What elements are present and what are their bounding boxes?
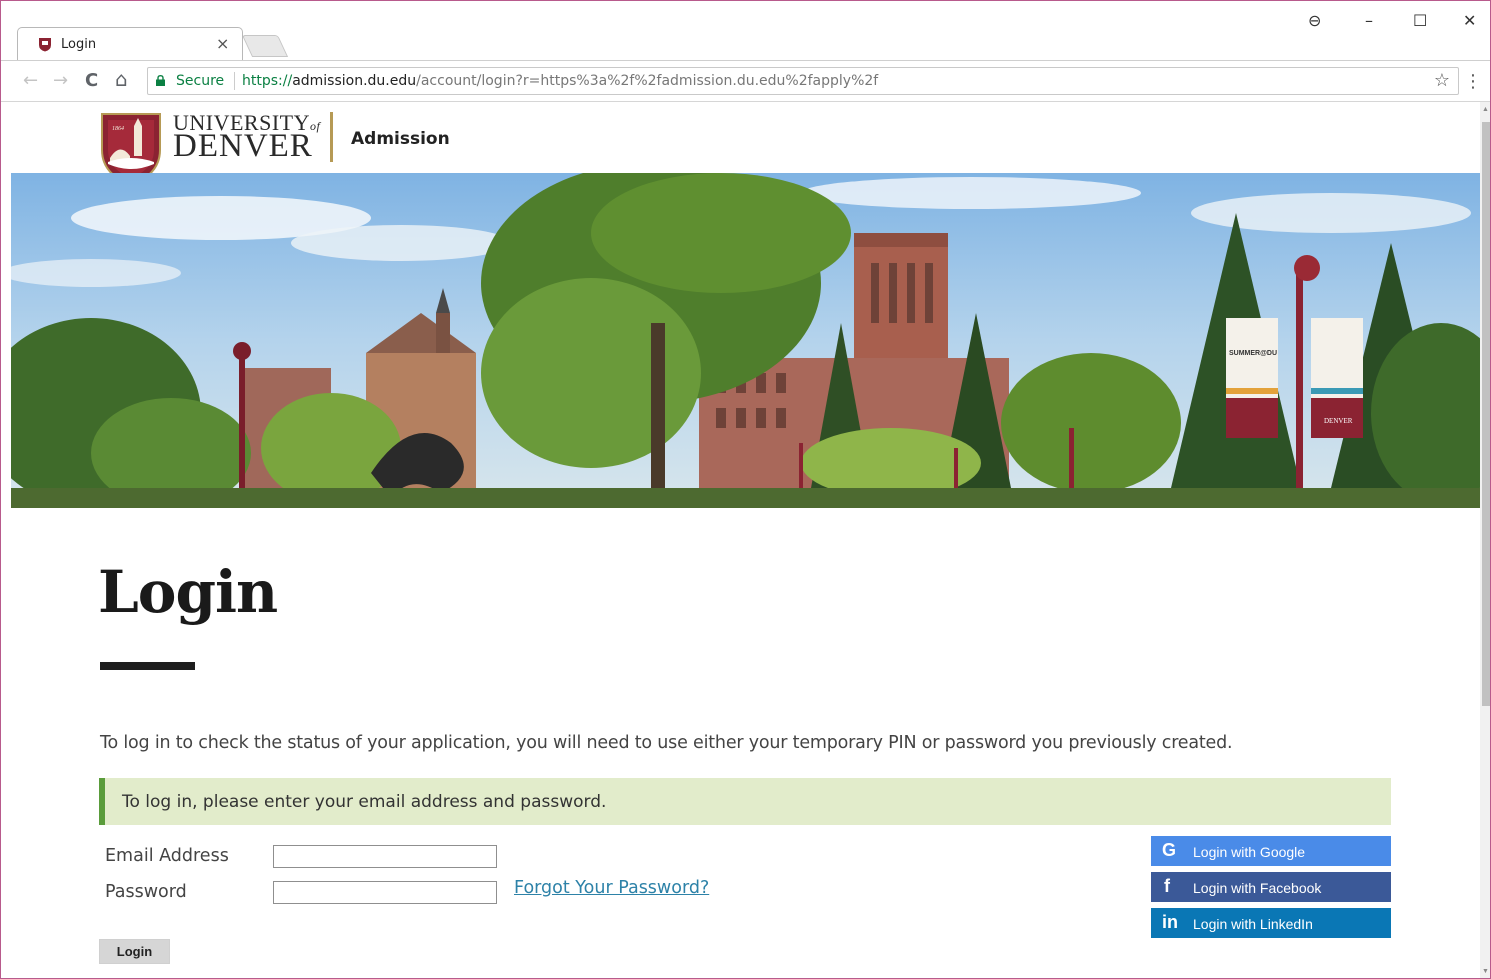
security-label: Secure (176, 73, 225, 89)
tab-title: Login (61, 37, 97, 52)
password-field[interactable] (273, 881, 497, 904)
login-button[interactable]: Login (99, 939, 170, 964)
intro-text: To log in to check the status of your ap… (100, 733, 1233, 753)
email-field[interactable] (273, 845, 497, 868)
maximize-button[interactable]: ☐ (1413, 11, 1427, 30)
page-viewport: 1864 UNIVERSITYof DENVER Admission SUMME… (1, 102, 1480, 978)
home-icon[interactable]: ⌂ (115, 67, 128, 91)
title-underline (100, 662, 195, 670)
tab-close-icon[interactable]: × (216, 34, 229, 53)
login-notice: To log in, please enter your email addre… (99, 778, 1391, 825)
facebook-icon: f (1164, 876, 1170, 896)
banner-right-text: DENVER (1324, 417, 1353, 425)
forward-icon[interactable]: → (53, 70, 68, 91)
google-icon: G (1162, 840, 1177, 860)
forgot-password-link[interactable]: Forgot Your Password? (514, 878, 709, 898)
minimize-button[interactable]: – (1365, 11, 1373, 30)
login-facebook-label: Login with Facebook (1193, 880, 1322, 896)
scroll-up-icon[interactable]: ▲ (1482, 106, 1489, 113)
lock-icon (156, 75, 165, 86)
banner-left-text: SUMMER@DU (1229, 350, 1277, 357)
url-scheme: https:// (242, 73, 293, 89)
login-google-label: Login with Google (1193, 844, 1306, 860)
reload-icon[interactable]: C (85, 70, 98, 91)
du-favicon-icon (39, 38, 51, 52)
header-section-title[interactable]: Admission (351, 129, 450, 149)
hero-campus-image: SUMMER@DU DENVER (11, 173, 1480, 508)
page-title: Login (98, 558, 278, 626)
new-tab-button[interactable] (241, 35, 289, 57)
tab-login[interactable]: Login × (17, 27, 243, 60)
tab-strip: Login × ⊖ – ☐ ✕ (1, 1, 1490, 60)
url-path: /account/login?r=https%3a%2f%2fadmission… (416, 73, 879, 89)
scroll-down-icon[interactable]: ▼ (1482, 968, 1489, 975)
crest-year: 1864 (112, 125, 124, 132)
login-linkedin-button[interactable]: in Login with LinkedIn (1151, 908, 1391, 938)
login-facebook-button[interactable]: f Login with Facebook (1151, 872, 1391, 902)
linkedin-icon: in (1162, 912, 1178, 932)
email-label: Email Address (105, 846, 229, 866)
back-icon[interactable]: ← (23, 70, 38, 91)
address-bar[interactable]: Secure https://admission.du.edu/account/… (147, 67, 1459, 95)
bookmark-star-icon[interactable]: ☆ (1434, 70, 1450, 91)
url-text[interactable]: https://admission.du.edu/account/login?r… (242, 73, 878, 89)
browser-window: Login × ⊖ – ☐ ✕ ← → C ⌂ Secure https://a… (0, 0, 1491, 979)
login-linkedin-label: Login with LinkedIn (1193, 916, 1313, 932)
campus-scene: SUMMER@DU DENVER (11, 173, 1480, 508)
omnibox-divider (234, 72, 235, 90)
wordmark-denver: DENVER (173, 128, 313, 164)
header-divider (330, 112, 333, 162)
site-header: 1864 UNIVERSITYof DENVER Admission (1, 102, 1480, 186)
browser-menu-icon[interactable]: ⋮ (1464, 71, 1482, 92)
notice-text: To log in, please enter your email addre… (122, 792, 607, 812)
scroll-thumb[interactable] (1482, 122, 1490, 706)
login-google-button[interactable]: G Login with Google (1151, 836, 1391, 866)
password-label: Password (105, 882, 187, 902)
account-icon[interactable]: ⊖ (1308, 11, 1321, 30)
url-host: admission.du.edu (292, 73, 417, 89)
browser-toolbar: ← → C ⌂ Secure https://admission.du.edu/… (1, 60, 1490, 102)
close-window-button[interactable]: ✕ (1463, 11, 1476, 30)
page-scrollbar[interactable]: ▲ ▼ (1480, 102, 1490, 978)
